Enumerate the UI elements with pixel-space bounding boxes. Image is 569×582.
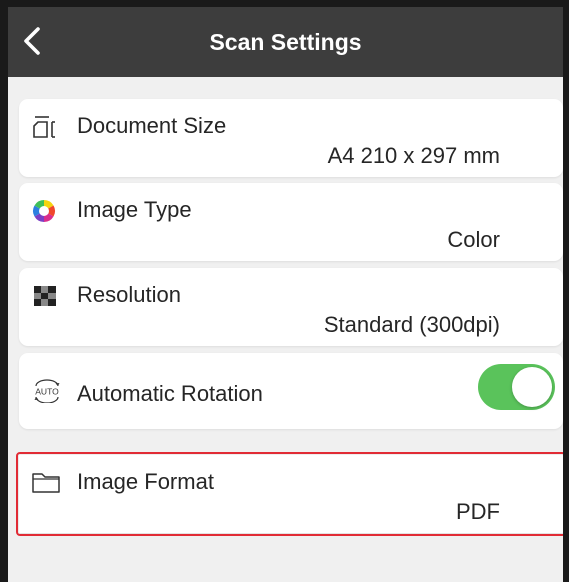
document-size-icon xyxy=(31,115,63,139)
resolution-checker-icon xyxy=(31,284,63,308)
svg-text:AUTO: AUTO xyxy=(35,387,59,397)
image-format-value: PDF xyxy=(456,499,500,524)
color-wheel-icon xyxy=(31,199,63,223)
image-type-value: Color xyxy=(447,227,500,252)
image-format-setting[interactable]: Image Format PDF xyxy=(16,452,563,536)
toggle-knob xyxy=(512,367,552,407)
auto-rotate-icon: AUTO xyxy=(31,379,63,403)
automatic-rotation-toggle[interactable] xyxy=(478,364,555,410)
resolution-value: Standard (300dpi) xyxy=(323,312,500,337)
back-button[interactable] xyxy=(14,21,54,61)
automatic-rotation-setting: AUTO Automatic Rotation xyxy=(19,353,563,429)
document-size-setting[interactable]: Document Size A4 210 x 297 mm xyxy=(19,99,563,177)
resolution-setting[interactable]: Resolution Standard (300dpi) xyxy=(19,268,563,346)
folder-icon xyxy=(31,471,63,495)
automatic-rotation-label: Automatic Rotation xyxy=(77,381,263,406)
image-format-label: Image Format xyxy=(77,469,214,494)
document-size-label: Document Size xyxy=(77,113,227,138)
navigation-bar: Scan Settings xyxy=(8,7,563,77)
chevron-left-icon xyxy=(14,21,54,61)
page-title: Scan Settings xyxy=(209,29,362,55)
resolution-label: Resolution xyxy=(77,282,181,307)
image-type-setting[interactable]: Image Type Color xyxy=(19,183,563,261)
scan-settings-screen: Scan Settings Document Size A4 210 x 297… xyxy=(8,7,563,582)
image-type-label: Image Type xyxy=(77,197,192,222)
document-size-value: A4 210 x 297 mm xyxy=(327,143,500,168)
